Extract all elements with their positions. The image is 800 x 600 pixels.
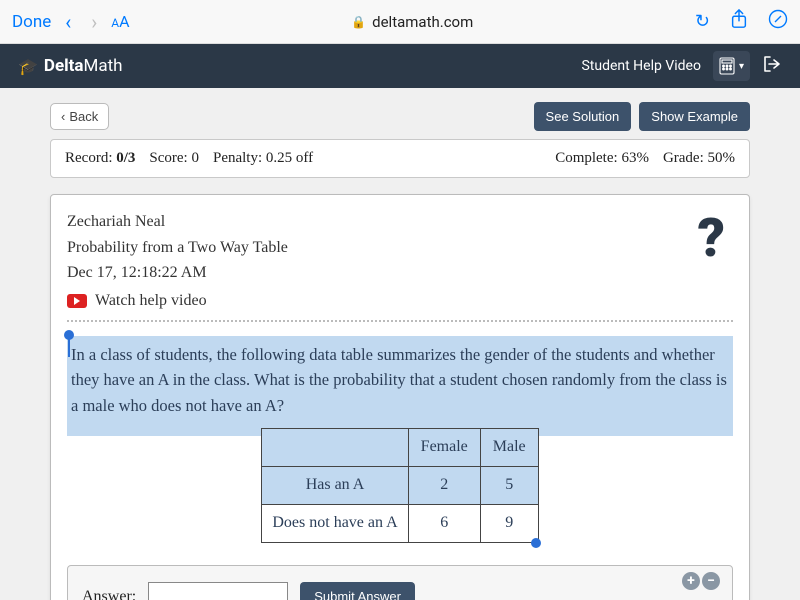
compass-icon[interactable] [768,9,788,34]
data-table: Female Male Has an A 2 5 Does not have a… [261,428,538,542]
site-header: 🎓 DeltaMath Student Help Video ▾ [0,44,800,88]
answer-label: Answer: [82,588,136,600]
score-value: 0 [191,150,199,166]
text-size-button[interactable]: AA [111,12,129,31]
url-bar[interactable]: 🔒 deltamath.com [144,13,681,31]
table-row: Does not have an A 6 9 [262,505,538,543]
row-label-has-a: Has an A [262,467,408,505]
cell-female-no-a: 6 [408,505,480,543]
cell-female-has-a: 2 [408,467,480,505]
back-button[interactable]: ‹ Back [50,103,109,130]
col-header-male: Male [480,429,538,467]
browser-toolbar: Done ‹ › AA 🔒 deltamath.com ↻ [0,0,800,44]
controls-row: ‹ Back See Solution Show Example [50,88,750,139]
complete-label: Complete: [555,150,618,166]
url-host: deltamath.com [372,13,473,31]
caret-down-icon: ▾ [739,61,744,72]
row-label-no-a: Does not have an A [262,505,408,543]
back-label: Back [69,109,98,124]
logout-icon[interactable] [762,55,782,78]
zoom-out-icon[interactable]: − [702,572,720,590]
col-header-female: Female [408,429,480,467]
reload-icon[interactable]: ↻ [695,11,710,32]
page-content: ‹ Back See Solution Show Example Record:… [0,88,800,600]
chevron-left-icon: ‹ [61,109,65,124]
zoom-in-icon[interactable]: + [682,572,700,590]
timestamp: Dec 17, 12:18:22 AM [67,260,288,286]
logo[interactable]: 🎓 DeltaMath [18,56,123,76]
calculator-icon [719,57,735,75]
lock-icon: 🔒 [351,15,366,29]
cell-male-has-a: 5 [480,467,538,505]
answer-input[interactable] [148,582,288,600]
question-area: In a class of students, the following da… [67,336,733,543]
complete-value: 63% [621,150,649,166]
record-value: 0/3 [116,150,135,166]
highlighted-question-text: In a class of students, the following da… [67,336,733,437]
done-button[interactable]: Done [12,12,51,32]
question-text: In a class of students, the following da… [71,345,727,415]
divider [67,320,733,322]
cell-male-no-a: 9 [480,505,538,543]
grade-label: Grade: [663,150,704,166]
zoom-controls: + − [682,572,720,590]
penalty-label: Penalty: [213,150,262,166]
see-solution-button[interactable]: See Solution [534,102,632,131]
table-row: Has an A 2 5 [262,467,538,505]
grade-value: 50% [708,150,736,166]
watch-video-label: Watch help video [95,292,207,310]
watch-help-video-link[interactable]: Watch help video [67,292,733,310]
answer-box: + − Answer: Submit Answer [67,565,733,600]
youtube-icon [67,294,87,308]
penalty-value: 0.25 off [266,150,313,166]
logo-bold: Delta [44,56,84,76]
student-help-video-link[interactable]: Student Help Video [581,58,701,74]
stats-bar: Record: 0/3 Score: 0 Penalty: 0.25 off C… [50,139,750,178]
logo-light: Math [84,56,123,76]
selection-start-handle[interactable] [64,330,74,340]
record-label: Record: [65,150,112,166]
problem-card: Zechariah Neal Probability from a Two Wa… [50,194,750,600]
assignment-title: Probability from a Two Way Table [67,235,288,261]
graduation-cap-icon: 🎓 [18,57,38,76]
problem-meta: Zechariah Neal Probability from a Two Wa… [67,209,288,286]
selection-end-handle[interactable] [531,538,541,548]
nav-forward-icon: › [91,10,97,34]
question-mark-icon[interactable]: ? [697,207,725,270]
calculator-button[interactable]: ▾ [713,51,750,81]
show-example-button[interactable]: Show Example [639,102,750,131]
score-label: Score: [149,150,187,166]
student-name: Zechariah Neal [67,209,288,235]
nav-back-icon[interactable]: ‹ [65,10,71,34]
submit-answer-button[interactable]: Submit Answer [300,582,415,600]
share-icon[interactable] [730,9,748,34]
